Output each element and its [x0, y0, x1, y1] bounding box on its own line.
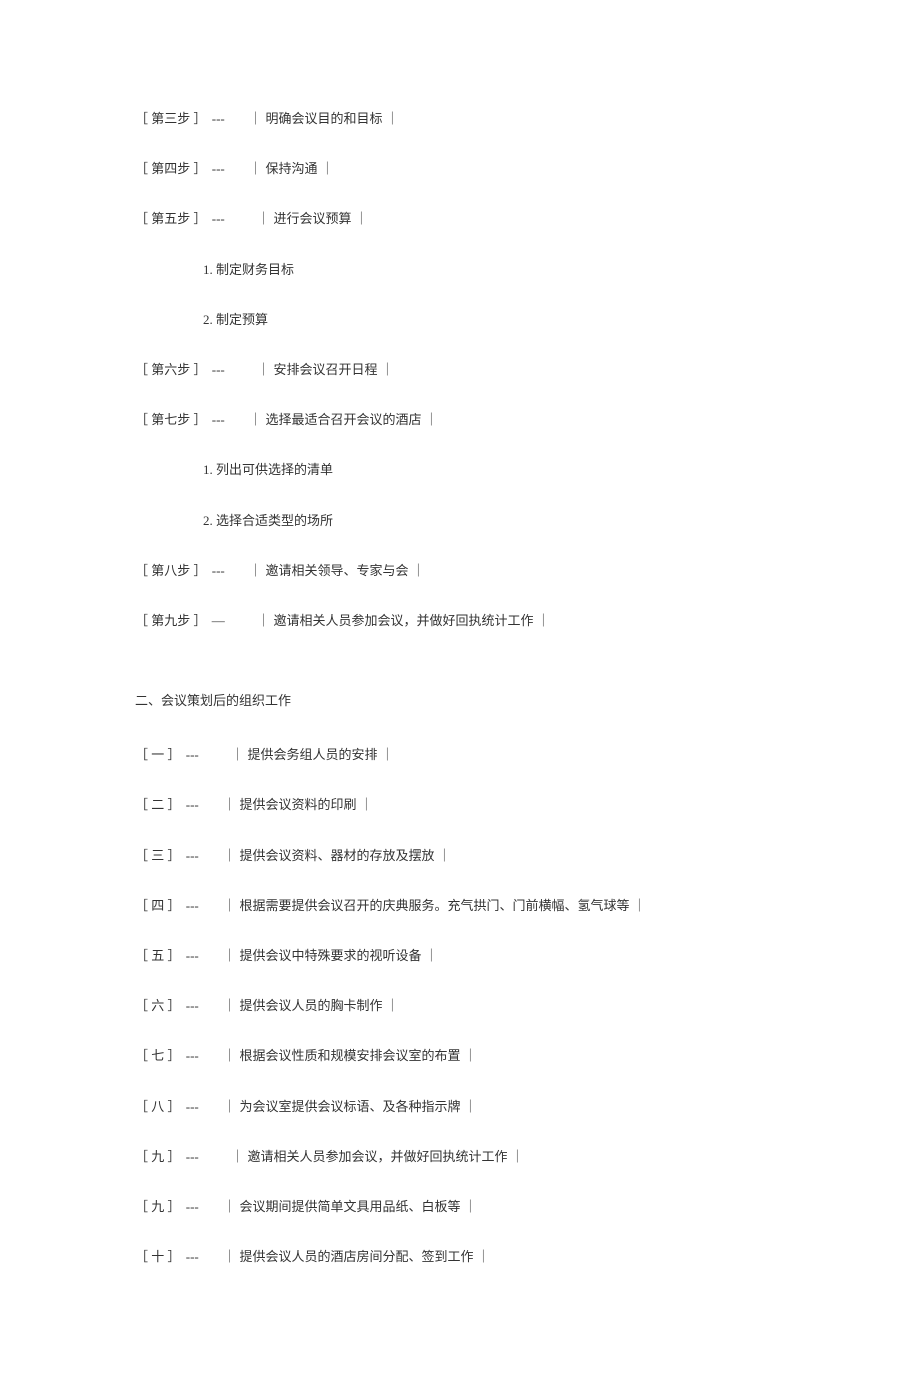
step-label: ［ 第三步 ］ [135, 110, 207, 128]
list-item: ［ 七 ］ --- ｜ 根据会议性质和规模安排会议室的布置 ｜ [135, 1047, 785, 1065]
section-2-heading: 二、会议策划后的组织工作 [135, 692, 785, 710]
item-label: ［ 八 ］ [135, 1098, 181, 1116]
dash-icon: --- [186, 1098, 199, 1116]
section-1-steps: ［ 第三步 ］ --- ｜ 明确会议目的和目标 ｜ ［ 第四步 ］ --- ｜ … [135, 110, 785, 630]
item-text: ｜ 提供会议人员的酒店房间分配、签到工作 ｜ [223, 1248, 490, 1266]
dash-icon: --- [186, 1248, 199, 1266]
dash-icon: --- [186, 796, 199, 814]
step-subitem: 2. 制定预算 [203, 311, 785, 329]
item-label: ［ 九 ］ [135, 1148, 181, 1166]
dash-icon: — [212, 612, 225, 630]
step-row: ［ 第三步 ］ --- ｜ 明确会议目的和目标 ｜ [135, 110, 785, 128]
item-label: ［ 五 ］ [135, 947, 181, 965]
dash-icon: --- [212, 562, 225, 580]
item-text: ｜ 根据会议性质和规模安排会议室的布置 ｜ [223, 1047, 477, 1065]
item-text: ｜ 提供会议中特殊要求的视听设备 ｜ [223, 947, 438, 965]
step-row: ［ 第八步 ］ --- ｜ 邀请相关领导、专家与会 ｜ [135, 562, 785, 580]
list-item: ［ 八 ］ --- ｜ 为会议室提供会议标语、及各种指示牌 ｜ [135, 1098, 785, 1116]
item-text: ｜ 提供会务组人员的安排 ｜ [231, 746, 394, 764]
step-row: ［ 第五步 ］ --- ｜ 进行会议预算 ｜ [135, 210, 785, 228]
step-text: ｜ 保持沟通 ｜ [249, 160, 334, 178]
step-text: ｜ 邀请相关领导、专家与会 ｜ [249, 562, 425, 580]
dash-icon: --- [186, 1198, 199, 1216]
list-item: ［ 一 ］ --- ｜ 提供会务组人员的安排 ｜ [135, 746, 785, 764]
step-row: ［ 第六步 ］ --- ｜ 安排会议召开日程 ｜ [135, 361, 785, 379]
list-item: ［ 九 ］ --- ｜ 会议期间提供简单文具用品纸、白板等 ｜ [135, 1198, 785, 1216]
step-text: ｜ 明确会议目的和目标 ｜ [249, 110, 399, 128]
step-label: ［ 第七步 ］ [135, 411, 207, 429]
list-item: ［ 九 ］ --- ｜ 邀请相关人员参加会议，并做好回执统计工作 ｜ [135, 1148, 785, 1166]
dash-icon: --- [212, 361, 225, 379]
item-label: ［ 九 ］ [135, 1198, 181, 1216]
dash-icon: --- [186, 897, 199, 915]
dash-icon: --- [186, 847, 199, 865]
step-label: ［ 第四步 ］ [135, 160, 207, 178]
list-item: ［ 十 ］ --- ｜ 提供会议人员的酒店房间分配、签到工作 ｜ [135, 1248, 785, 1266]
step-label: ［ 第六步 ］ [135, 361, 207, 379]
step-subitem: 2. 选择合适类型的场所 [203, 512, 785, 530]
section-2-items: ［ 一 ］ --- ｜ 提供会务组人员的安排 ｜ ［ 二 ］ --- ｜ 提供会… [135, 746, 785, 1266]
step-row: ［ 第九步 ］ — ｜ 邀请相关人员参加会议，并做好回执统计工作 ｜ [135, 612, 785, 630]
item-text: ｜ 提供会议人员的胸卡制作 ｜ [223, 997, 399, 1015]
step-row: ［ 第七步 ］ --- ｜ 选择最适合召开会议的酒店 ｜ [135, 411, 785, 429]
document-page: ［ 第三步 ］ --- ｜ 明确会议目的和目标 ｜ ［ 第四步 ］ --- ｜ … [0, 0, 920, 1378]
dash-icon: --- [212, 411, 225, 429]
step-text: ｜ 选择最适合召开会议的酒店 ｜ [249, 411, 438, 429]
dash-icon: --- [186, 947, 199, 965]
item-text: ｜ 提供会议资料、器材的存放及摆放 ｜ [223, 847, 451, 865]
dash-icon: --- [212, 160, 225, 178]
item-label: ［ 一 ］ [135, 746, 181, 764]
step-label: ［ 第九步 ］ [135, 612, 207, 630]
item-text: ｜ 会议期间提供简单文具用品纸、白板等 ｜ [223, 1198, 477, 1216]
dash-icon: --- [186, 997, 199, 1015]
list-item: ［ 六 ］ --- ｜ 提供会议人员的胸卡制作 ｜ [135, 997, 785, 1015]
item-text: ｜ 为会议室提供会议标语、及各种指示牌 ｜ [223, 1098, 477, 1116]
item-label: ［ 十 ］ [135, 1248, 181, 1266]
item-label: ［ 六 ］ [135, 997, 181, 1015]
step-text: ｜ 安排会议召开日程 ｜ [257, 361, 394, 379]
item-label: ［ 七 ］ [135, 1047, 181, 1065]
dash-icon: --- [186, 746, 199, 764]
item-text: ｜ 根据需要提供会议召开的庆典服务。充气拱门、门前横幅、氢气球等 ｜ [223, 897, 646, 915]
item-label: ［ 二 ］ [135, 796, 181, 814]
dash-icon: --- [186, 1148, 199, 1166]
list-item: ［ 三 ］ --- ｜ 提供会议资料、器材的存放及摆放 ｜ [135, 847, 785, 865]
list-item: ［ 五 ］ --- ｜ 提供会议中特殊要求的视听设备 ｜ [135, 947, 785, 965]
step-subitem: 1. 列出可供选择的清单 [203, 461, 785, 479]
step-label: ［ 第五步 ］ [135, 210, 207, 228]
step-subitem: 1. 制定财务目标 [203, 261, 785, 279]
step-label: ［ 第八步 ］ [135, 562, 207, 580]
item-text: ｜ 提供会议资料的印刷 ｜ [223, 796, 373, 814]
list-item: ［ 二 ］ --- ｜ 提供会议资料的印刷 ｜ [135, 796, 785, 814]
item-label: ［ 三 ］ [135, 847, 181, 865]
dash-icon: --- [212, 110, 225, 128]
item-label: ［ 四 ］ [135, 897, 181, 915]
step-text: ｜ 进行会议预算 ｜ [257, 210, 368, 228]
list-item: ［ 四 ］ --- ｜ 根据需要提供会议召开的庆典服务。充气拱门、门前横幅、氢气… [135, 897, 785, 915]
dash-icon: --- [212, 210, 225, 228]
item-text: ｜ 邀请相关人员参加会议，并做好回执统计工作 ｜ [231, 1148, 524, 1166]
step-text: ｜ 邀请相关人员参加会议，并做好回执统计工作 ｜ [257, 612, 550, 630]
step-row: ［ 第四步 ］ --- ｜ 保持沟通 ｜ [135, 160, 785, 178]
dash-icon: --- [186, 1047, 199, 1065]
